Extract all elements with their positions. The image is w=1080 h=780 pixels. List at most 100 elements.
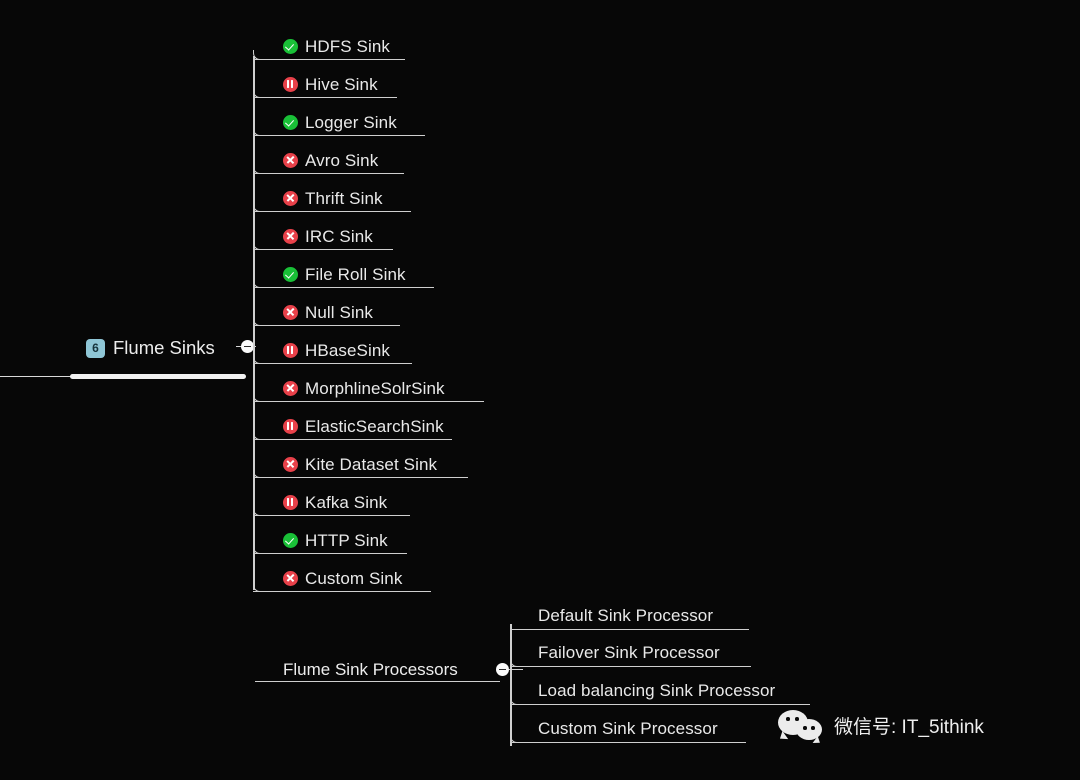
mindmap-canvas: 6 Flume Sinks HDFS Sink Hive Sink Logger S… <box>0 0 1080 780</box>
sink-item-underline <box>253 210 411 212</box>
status-cross-icon <box>283 152 298 168</box>
status-cross-icon <box>283 304 298 320</box>
status-check-icon <box>283 114 298 130</box>
sink-item-underline <box>253 590 431 592</box>
status-cross-icon <box>283 456 298 472</box>
sink-item-row[interactable]: HTTP Sink <box>253 526 407 554</box>
sink-item-row[interactable]: IRC Sink <box>253 222 393 250</box>
sink-item-row[interactable]: HBaseSink <box>253 336 412 364</box>
sink-item[interactable]: Custom Sink <box>253 564 431 592</box>
sink-item-label: Kafka Sink <box>305 492 388 512</box>
root-underline <box>70 374 246 379</box>
sink-item-row[interactable]: Custom Sink <box>253 564 431 592</box>
status-cross-icon <box>283 570 298 586</box>
sink-item-label: Hive Sink <box>305 74 378 94</box>
sink-item[interactable]: HTTP Sink <box>253 526 407 554</box>
sink-item-underline <box>253 134 425 136</box>
processor-item-underline <box>510 665 751 667</box>
status-pause-icon <box>283 494 298 510</box>
sink-item-row[interactable]: File Roll Sink <box>253 260 434 288</box>
sink-item-label: Custom Sink <box>305 568 403 588</box>
sink-item-label: ElasticSearchSink <box>305 416 444 436</box>
status-check-icon <box>283 532 298 548</box>
sink-item-label: Logger Sink <box>305 112 397 132</box>
processor-item-row[interactable]: Failover Sink Processor <box>510 637 751 667</box>
sink-item-row[interactable]: Thrift Sink <box>253 184 411 212</box>
sink-item[interactable]: HBaseSink <box>253 336 412 364</box>
status-check-icon <box>283 266 298 282</box>
sink-item-row[interactable]: Avro Sink <box>253 146 404 174</box>
sink-item-underline <box>253 96 397 98</box>
sink-item[interactable]: ElasticSearchSink <box>253 412 452 440</box>
sink-item-row[interactable]: ElasticSearchSink <box>253 412 452 440</box>
sink-item-row[interactable]: Kite Dataset Sink <box>253 450 468 478</box>
sink-item[interactable]: Logger Sink <box>253 108 425 136</box>
processor-item-row[interactable]: Custom Sink Processor <box>510 713 746 743</box>
processor-item-underline <box>510 741 746 743</box>
processor-item-underline <box>510 628 749 630</box>
status-check-icon <box>283 38 298 54</box>
processor-item-label: Failover Sink Processor <box>538 642 720 662</box>
sink-item[interactable]: HDFS Sink <box>253 32 405 60</box>
processor-item-row[interactable]: Default Sink Processor <box>510 600 749 630</box>
sink-item[interactable]: Hive Sink <box>253 70 397 98</box>
sink-item-label: Null Sink <box>305 302 373 322</box>
sink-item-label: HTTP Sink <box>305 530 388 550</box>
sink-item[interactable]: Thrift Sink <box>253 184 411 212</box>
status-pause-icon <box>283 418 298 434</box>
processor-item[interactable]: Load balancing Sink Processor <box>510 675 810 705</box>
sink-item-underline <box>253 476 468 478</box>
processor-item[interactable]: Failover Sink Processor <box>510 637 751 667</box>
sink-item-underline <box>253 286 434 288</box>
status-cross-icon <box>283 228 298 244</box>
sink-item-underline <box>253 248 393 250</box>
sink-item-label: HDFS Sink <box>305 36 390 56</box>
processors-collapse-toggle-icon[interactable] <box>496 663 509 676</box>
sink-item-underline <box>253 172 404 174</box>
sink-item[interactable]: Kafka Sink <box>253 488 410 516</box>
processor-item-row[interactable]: Load balancing Sink Processor <box>510 675 810 705</box>
sink-item-label: IRC Sink <box>305 226 373 246</box>
sink-item-underline <box>253 438 452 440</box>
processor-item[interactable]: Custom Sink Processor <box>510 713 746 743</box>
sink-item-underline <box>253 324 400 326</box>
root-incoming-connector <box>0 376 72 378</box>
sink-item-label: Avro Sink <box>305 150 379 170</box>
sink-item-label: HBaseSink <box>305 340 390 360</box>
processors-node-underline <box>255 681 500 683</box>
status-pause-icon <box>283 342 298 358</box>
processors-node[interactable]: Flume Sink Processors <box>283 660 458 680</box>
sink-item-row[interactable]: Hive Sink <box>253 70 397 98</box>
processor-item-label: Load balancing Sink Processor <box>538 680 776 700</box>
sink-item-row[interactable]: Logger Sink <box>253 108 425 136</box>
sink-item-row[interactable]: Null Sink <box>253 298 400 326</box>
sink-item-row[interactable]: MorphlineSolrSink <box>253 374 484 402</box>
sink-item-row[interactable]: Kafka Sink <box>253 488 410 516</box>
sink-item-underline <box>253 552 407 554</box>
status-cross-icon <box>283 380 298 396</box>
sink-item-label: Kite Dataset Sink <box>305 454 438 474</box>
sink-item-label: MorphlineSolrSink <box>305 378 445 398</box>
sink-item[interactable]: MorphlineSolrSink <box>253 374 484 402</box>
root-node-label: Flume Sinks <box>113 337 215 358</box>
processor-item-label: Default Sink Processor <box>538 605 714 625</box>
sink-item[interactable]: Kite Dataset Sink <box>253 450 468 478</box>
sink-item[interactable]: Avro Sink <box>253 146 404 174</box>
status-cross-icon <box>283 190 298 206</box>
processor-item[interactable]: Default Sink Processor <box>510 600 749 630</box>
status-pause-icon <box>283 76 298 92</box>
sink-item-row[interactable]: HDFS Sink <box>253 32 405 60</box>
processor-item-label: Custom Sink Processor <box>538 718 718 738</box>
sink-item-underline <box>253 58 405 60</box>
watermark: 微信号: IT_5ithink <box>778 710 984 740</box>
processors-node-label: Flume Sink Processors <box>283 660 458 679</box>
sink-item[interactable]: IRC Sink <box>253 222 393 250</box>
wechat-icon <box>778 710 824 740</box>
sink-item-label: File Roll Sink <box>305 264 406 284</box>
sink-item[interactable]: File Roll Sink <box>253 260 434 288</box>
root-node[interactable]: 6 Flume Sinks <box>86 337 215 359</box>
root-badge: 6 <box>86 338 105 358</box>
watermark-label: 微信号: IT_5ithink <box>834 716 984 738</box>
sink-item-underline <box>253 362 412 364</box>
sink-item[interactable]: Null Sink <box>253 298 400 326</box>
